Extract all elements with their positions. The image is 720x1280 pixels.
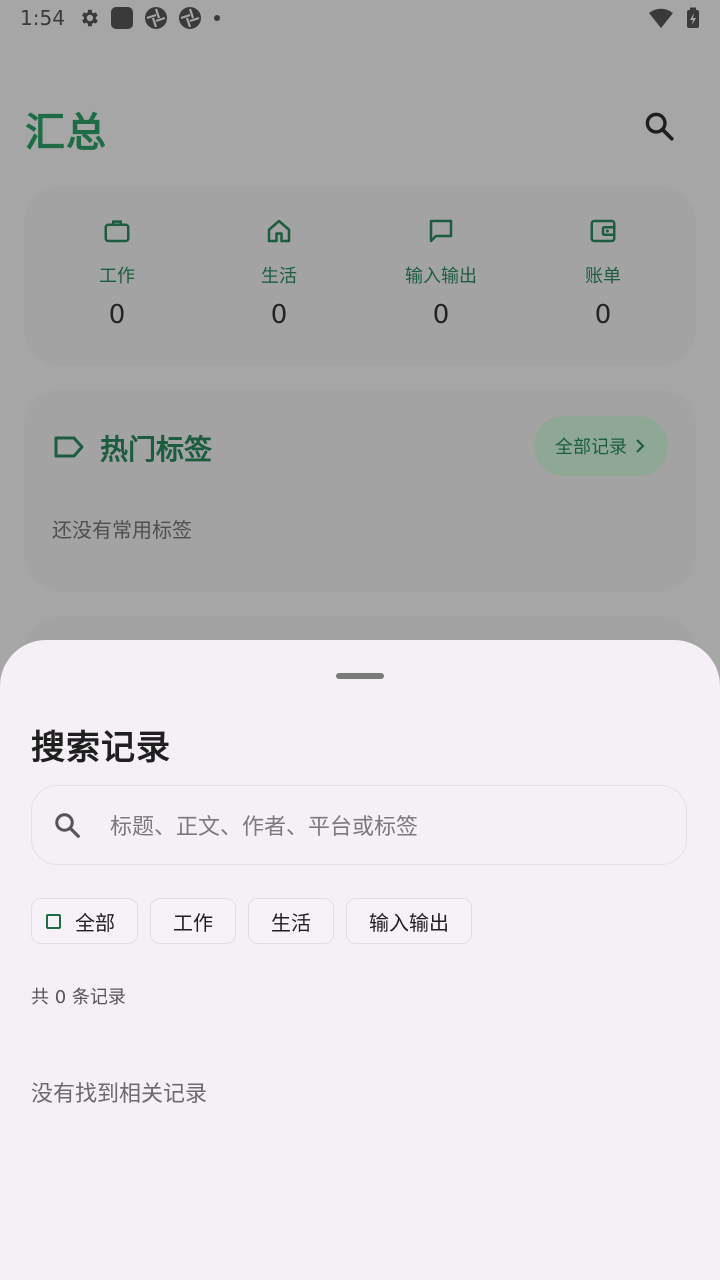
home-icon bbox=[267, 219, 291, 243]
aperture-icon bbox=[145, 7, 167, 29]
record-count: 共 0 条记录 bbox=[31, 987, 126, 1008]
summary-label: 账单 bbox=[585, 266, 621, 287]
filter-chip-label: 全部 bbox=[75, 910, 115, 935]
chevron-right-icon bbox=[636, 439, 645, 453]
filter-chip-label: 生活 bbox=[271, 910, 311, 935]
system-icons bbox=[648, 6, 700, 30]
checkbox-icon bbox=[46, 913, 61, 929]
summary-value: 0 bbox=[108, 300, 126, 330]
search-bottom-sheet: 搜索记录 全部 工作 生活 输入输出 共 0 条记录 没有找到相关记录 bbox=[0, 640, 720, 1280]
battery-charging-icon bbox=[687, 7, 699, 28]
dot-icon bbox=[214, 15, 220, 21]
summary-value: 0 bbox=[270, 300, 288, 330]
all-records-button[interactable]: 全部记录 bbox=[534, 416, 668, 476]
wifi-icon bbox=[649, 8, 673, 29]
aperture-icon bbox=[179, 7, 201, 29]
summary-card: 工作 0 生活 0 输入输出 0 账单 0 bbox=[24, 186, 696, 366]
summary-item-bills[interactable]: 账单 0 bbox=[522, 186, 684, 366]
search-input[interactable] bbox=[108, 804, 672, 850]
search-icon bbox=[55, 813, 80, 838]
summary-label: 生活 bbox=[261, 266, 297, 287]
summary-value: 0 bbox=[432, 300, 450, 330]
summary-label: 工作 bbox=[99, 266, 135, 287]
empty-result-text: 没有找到相关记录 bbox=[31, 1082, 208, 1107]
search-icon bbox=[645, 112, 674, 141]
status-bar: 1:54 bbox=[0, 0, 720, 36]
briefcase-icon bbox=[104, 220, 130, 243]
hot-tags-card: 热门标签 全部记录 还没有常用标签 bbox=[24, 390, 696, 592]
filter-chip-label: 工作 bbox=[173, 910, 213, 935]
filter-chip-all[interactable]: 全部 bbox=[31, 898, 138, 944]
search-button[interactable] bbox=[636, 103, 682, 149]
drag-handle[interactable] bbox=[336, 673, 384, 679]
summary-item-life[interactable]: 生活 0 bbox=[198, 186, 360, 366]
app-square-icon bbox=[111, 7, 133, 29]
chat-icon bbox=[429, 219, 453, 243]
filter-chip-label: 输入输出 bbox=[369, 910, 449, 935]
filter-chip-io[interactable]: 输入输出 bbox=[346, 898, 472, 944]
hot-tags-empty-text: 还没有常用标签 bbox=[52, 518, 192, 542]
filter-chip-work[interactable]: 工作 bbox=[150, 898, 236, 944]
search-field[interactable] bbox=[31, 785, 687, 865]
summary-item-work[interactable]: 工作 0 bbox=[36, 186, 198, 366]
summary-value: 0 bbox=[594, 300, 612, 330]
filter-chips: 全部 工作 生活 输入输出 bbox=[31, 898, 472, 946]
page-title: 汇总 bbox=[25, 110, 107, 156]
notification-icons bbox=[78, 6, 222, 30]
summary-label: 输入输出 bbox=[405, 266, 477, 287]
summary-item-io[interactable]: 输入输出 0 bbox=[360, 186, 522, 366]
filter-chip-life[interactable]: 生活 bbox=[248, 898, 334, 944]
sheet-title: 搜索记录 bbox=[31, 728, 171, 768]
hot-tags-title: 热门标签 bbox=[100, 433, 213, 466]
all-records-label: 全部记录 bbox=[555, 437, 627, 458]
status-time: 1:54 bbox=[20, 6, 65, 30]
tag-icon bbox=[54, 436, 84, 458]
wallet-icon bbox=[590, 219, 616, 243]
gear-icon bbox=[82, 9, 98, 27]
